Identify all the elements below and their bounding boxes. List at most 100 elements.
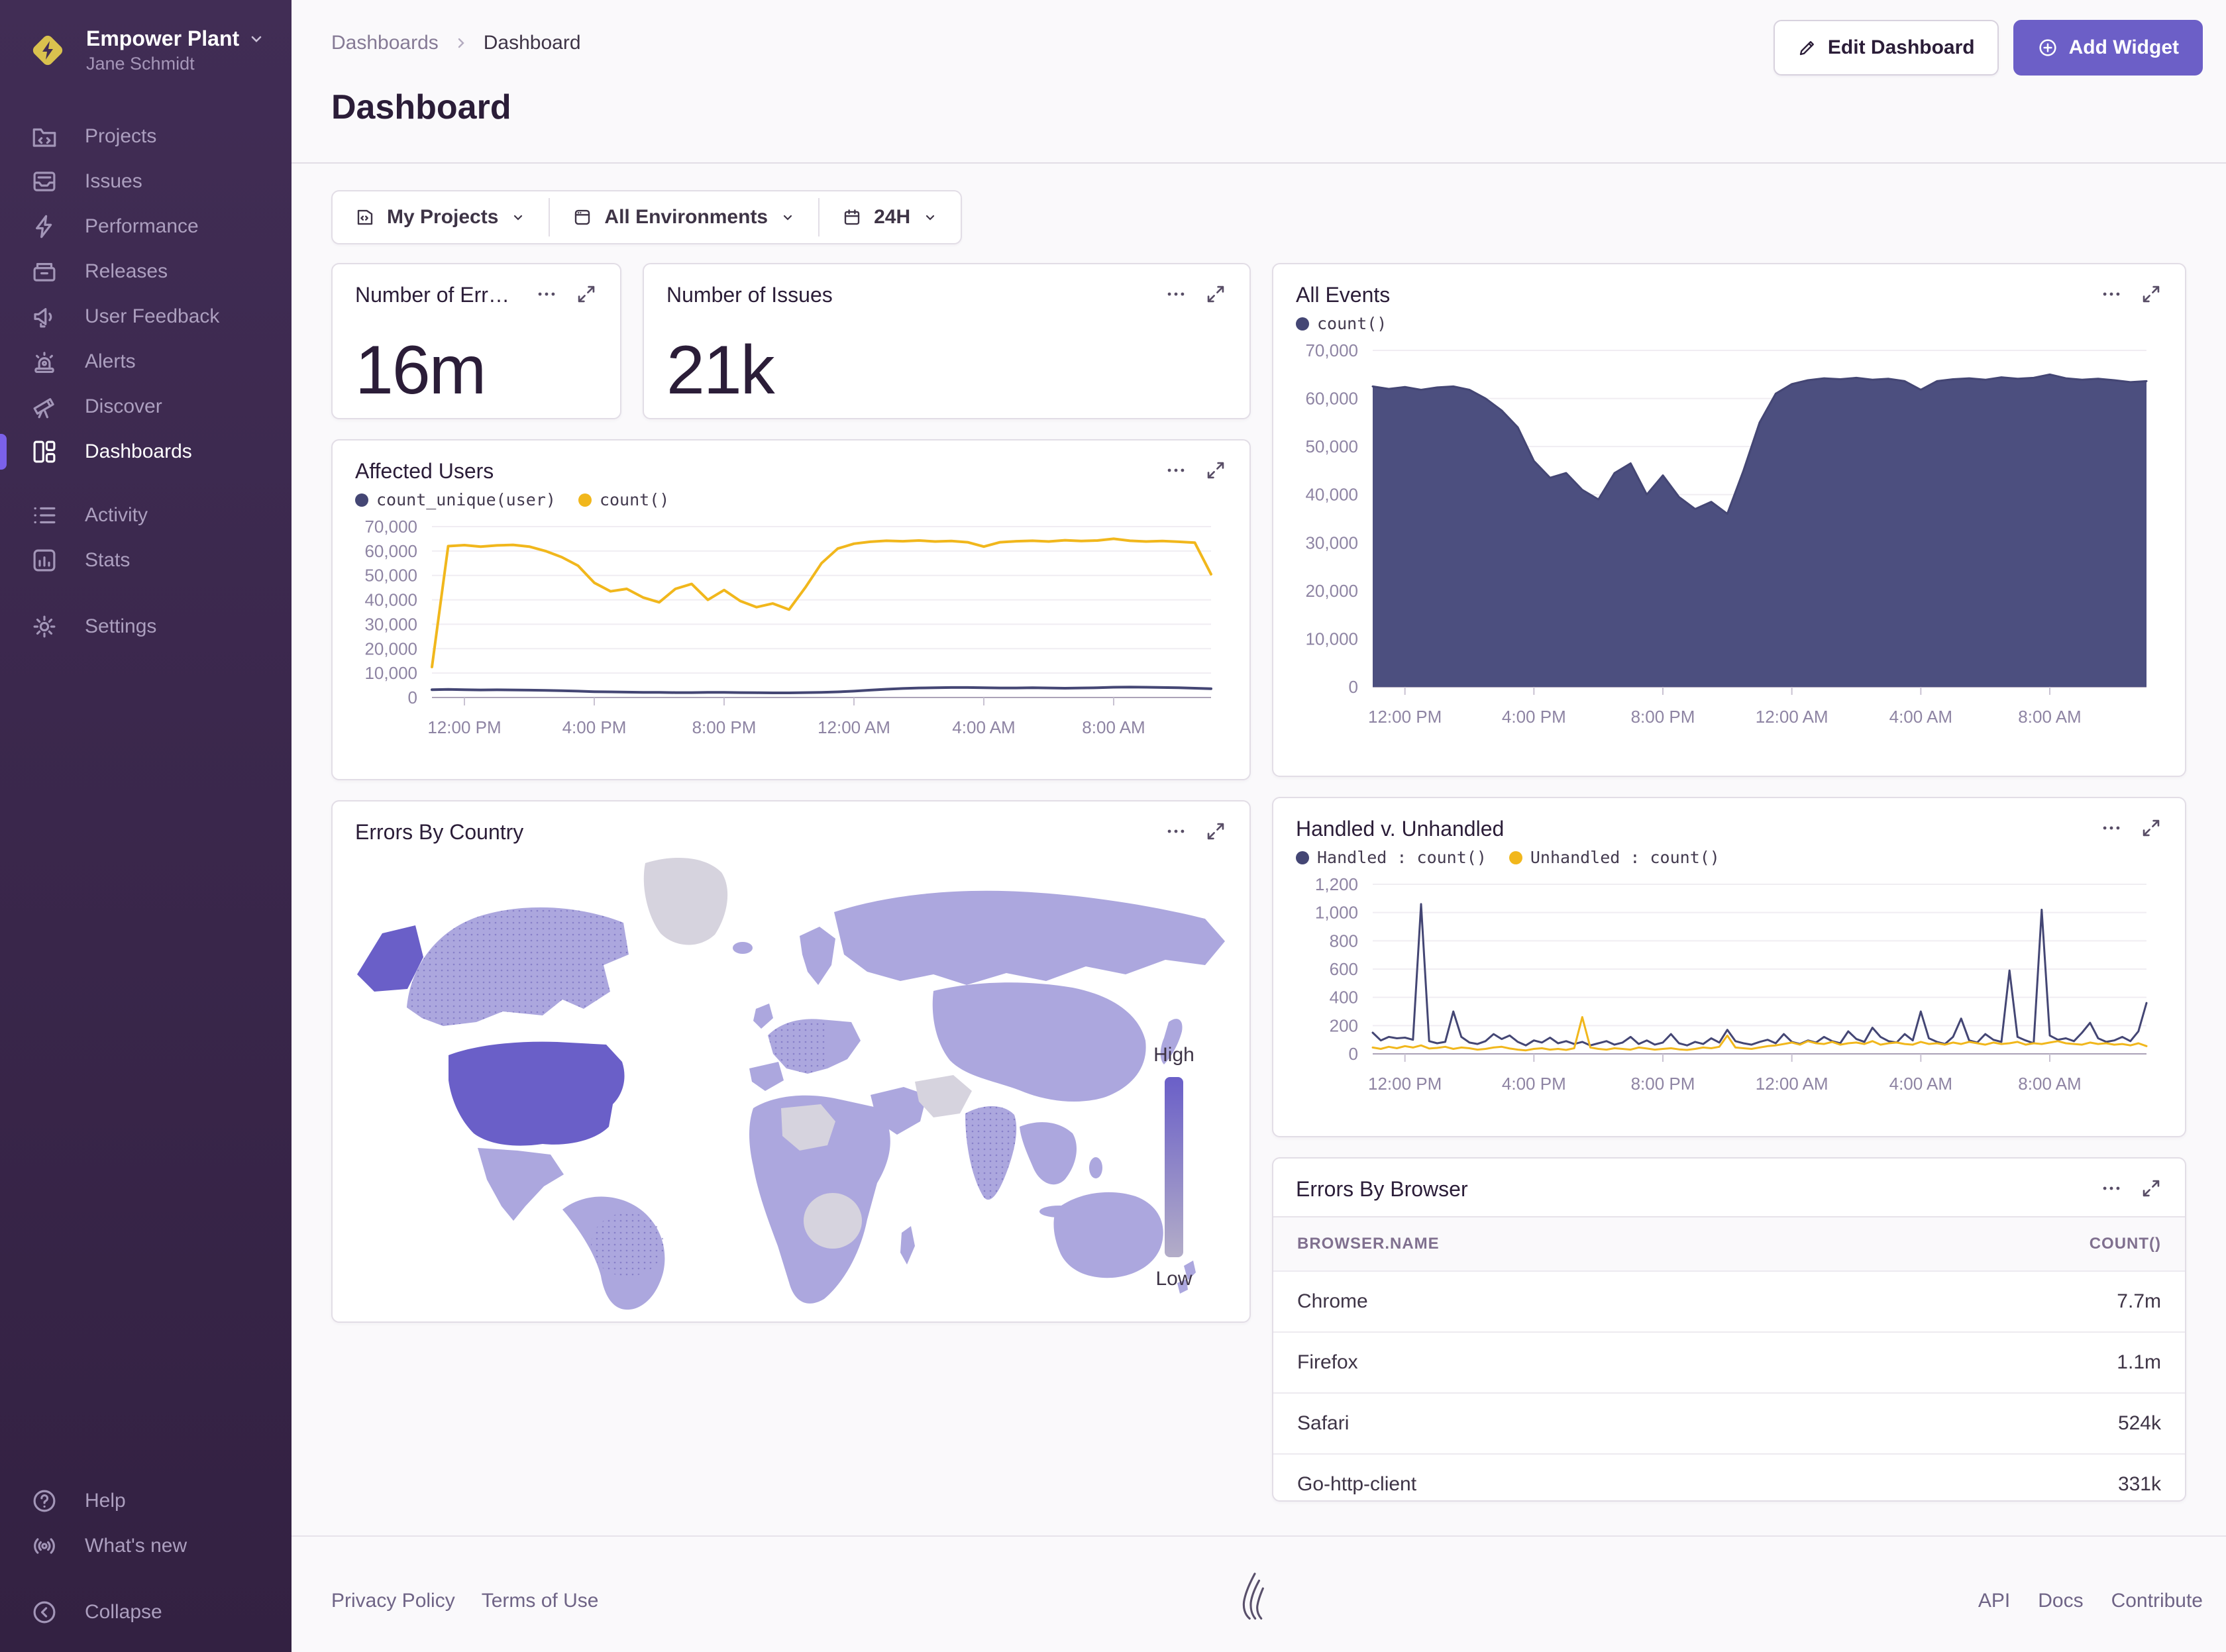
ellipsis-icon[interactable] <box>2100 283 2123 305</box>
map-region-iberia[interactable] <box>749 1062 784 1091</box>
projects-icon <box>355 207 375 227</box>
project-filter[interactable]: My Projects <box>333 191 549 243</box>
privacy-policy-link[interactable]: Privacy Policy <box>331 1590 455 1612</box>
map-region-iran[interactable] <box>915 1075 972 1117</box>
map-region-united-states[interactable] <box>449 1042 625 1146</box>
sidebar-item-dashboards[interactable]: Dashboards <box>0 429 292 474</box>
svg-text:4:00 PM: 4:00 PM <box>1502 707 1566 727</box>
expand-icon[interactable] <box>575 283 598 305</box>
expand-icon[interactable] <box>2140 283 2162 305</box>
map-region-mexico[interactable] <box>478 1148 564 1221</box>
sidebar-item-stats[interactable]: Stats <box>0 538 292 583</box>
sidebar-item-projects[interactable]: Projects <box>0 114 292 159</box>
sidebar-item-whats-new[interactable]: What's new <box>0 1523 292 1569</box>
svg-text:70,000: 70,000 <box>1305 340 1358 360</box>
map-region-china[interactable] <box>933 982 1146 1102</box>
affected-users-chart[interactable]: 010,00020,00030,00040,00050,00060,00070,… <box>333 515 1231 753</box>
siren-icon <box>30 348 58 376</box>
sidebar-item-activity[interactable]: Activity <box>0 493 292 538</box>
project-filter-label: My Projects <box>387 206 498 229</box>
legend-dot <box>1509 851 1522 864</box>
errors-by-browser-table: BROWSER.NAME COUNT() Chrome 7.7m Firefox… <box>1273 1216 2185 1514</box>
edit-dashboard-button[interactable]: Edit Dashboard <box>1774 20 1999 76</box>
breadcrumb-dashboards[interactable]: Dashboards <box>331 32 439 54</box>
widget-handled-vs-unhandled: Handled v. Unhandled Handled : count() U… <box>1272 797 2186 1137</box>
svg-text:0: 0 <box>408 688 417 707</box>
chevron-down-icon <box>922 209 938 225</box>
svg-text:40,000: 40,000 <box>364 590 417 610</box>
svg-text:400: 400 <box>1330 988 1358 1007</box>
org-avatar <box>29 32 66 69</box>
ellipsis-icon[interactable] <box>1165 459 1187 482</box>
sidebar-item-collapse[interactable]: Collapse <box>0 1590 292 1635</box>
expand-icon[interactable] <box>1204 283 1227 305</box>
svg-text:8:00 PM: 8:00 PM <box>1631 707 1695 727</box>
sidebar-item-label: Settings <box>85 615 156 638</box>
svg-text:0: 0 <box>1349 677 1358 697</box>
all-events-chart[interactable]: 010,00020,00030,00040,00050,00060,00070,… <box>1273 338 2166 743</box>
sidebar-item-label: Alerts <box>85 350 136 373</box>
ellipsis-icon[interactable] <box>535 283 558 305</box>
sidebar-item-releases[interactable]: Releases <box>0 249 292 294</box>
column-browser-name: BROWSER.NAME <box>1273 1217 1833 1271</box>
sidebar-item-label: What's new <box>85 1535 187 1557</box>
ellipsis-icon[interactable] <box>1165 283 1187 305</box>
count-cell: 7.7m <box>1833 1271 2185 1332</box>
ellipsis-icon[interactable] <box>2100 817 2123 839</box>
expand-icon[interactable] <box>1204 820 1227 843</box>
sidebar-item-help[interactable]: Help <box>0 1478 292 1523</box>
expand-icon[interactable] <box>2140 1177 2162 1200</box>
chevron-down-icon <box>510 209 526 225</box>
svg-text:12:00 AM: 12:00 AM <box>1756 1074 1828 1094</box>
map-region-russia[interactable] <box>834 891 1225 985</box>
handled-unhandled-chart[interactable]: 02004006008001,0001,20012:00 PM4:00 PM8:… <box>1273 872 2166 1110</box>
sidebar-item-user-feedback[interactable]: User Feedback <box>0 294 292 339</box>
widget-errors-by-browser: Errors By Browser BROWSER.NAME COUNT() C… <box>1272 1157 2186 1502</box>
map-region-iceland[interactable] <box>733 942 753 954</box>
sidebar-item-alerts[interactable]: Alerts <box>0 339 292 384</box>
map-region-greenland[interactable] <box>644 858 727 945</box>
ellipsis-icon[interactable] <box>1165 820 1187 843</box>
dashboards-icon <box>30 438 58 466</box>
sidebar-item-issues[interactable]: Issues <box>0 159 292 204</box>
sidebar-item-performance[interactable]: Performance <box>0 204 292 249</box>
chevron-down-icon <box>248 31 264 47</box>
svg-text:20,000: 20,000 <box>364 639 417 658</box>
pencil-icon <box>1797 38 1817 58</box>
map-region-scandinavia[interactable] <box>800 927 835 985</box>
sidebar-item-settings[interactable]: Settings <box>0 604 292 649</box>
svg-text:1,200: 1,200 <box>1315 874 1358 894</box>
sentry-logo[interactable] <box>1238 1571 1272 1622</box>
svg-text:12:00 PM: 12:00 PM <box>427 717 501 737</box>
map-region-southeast-asia[interactable] <box>1020 1122 1077 1184</box>
expand-icon[interactable] <box>1204 459 1227 482</box>
sidebar-item-discover[interactable]: Discover <box>0 384 292 429</box>
widget-number-of-issues: Number of Issues 21k <box>643 263 1251 419</box>
legend-item[interactable]: Handled : count() <box>1296 848 1487 867</box>
add-widget-button[interactable]: Add Widget <box>2013 20 2203 76</box>
map-region-united-kingdom[interactable] <box>753 1004 773 1029</box>
legend-item[interactable]: Unhandled : count() <box>1509 848 1720 867</box>
legend-item[interactable]: count() <box>1296 314 1387 333</box>
legend-item[interactable]: count() <box>578 490 669 509</box>
date-range-label: 24H <box>874 206 910 229</box>
environment-filter[interactable]: All Environments <box>550 191 818 243</box>
expand-icon[interactable] <box>2140 817 2162 839</box>
ellipsis-icon[interactable] <box>2100 1177 2123 1200</box>
map-region-madagascar[interactable] <box>900 1226 915 1265</box>
docs-link[interactable]: Docs <box>2038 1590 2083 1612</box>
map-region-philippines[interactable] <box>1089 1157 1102 1178</box>
svg-text:8:00 PM: 8:00 PM <box>1631 1074 1695 1094</box>
map-region-central-africa[interactable] <box>804 1193 862 1249</box>
table-row: Firefox 1.1m <box>1273 1332 2185 1393</box>
date-range-filter[interactable]: 24H <box>820 191 961 243</box>
legend-label: count() <box>1317 314 1387 333</box>
map-legend-gradient <box>1165 1077 1183 1257</box>
legend-item[interactable]: count_unique(user) <box>355 490 556 509</box>
world-map[interactable]: High Low <box>333 849 1249 1312</box>
contribute-link[interactable]: Contribute <box>2111 1590 2203 1612</box>
gear-icon <box>30 613 58 641</box>
terms-of-use-link[interactable]: Terms of Use <box>482 1590 599 1612</box>
api-link[interactable]: API <box>1978 1590 2010 1612</box>
org-switcher[interactable]: Empower Plant Jane Schmidt <box>0 0 292 74</box>
